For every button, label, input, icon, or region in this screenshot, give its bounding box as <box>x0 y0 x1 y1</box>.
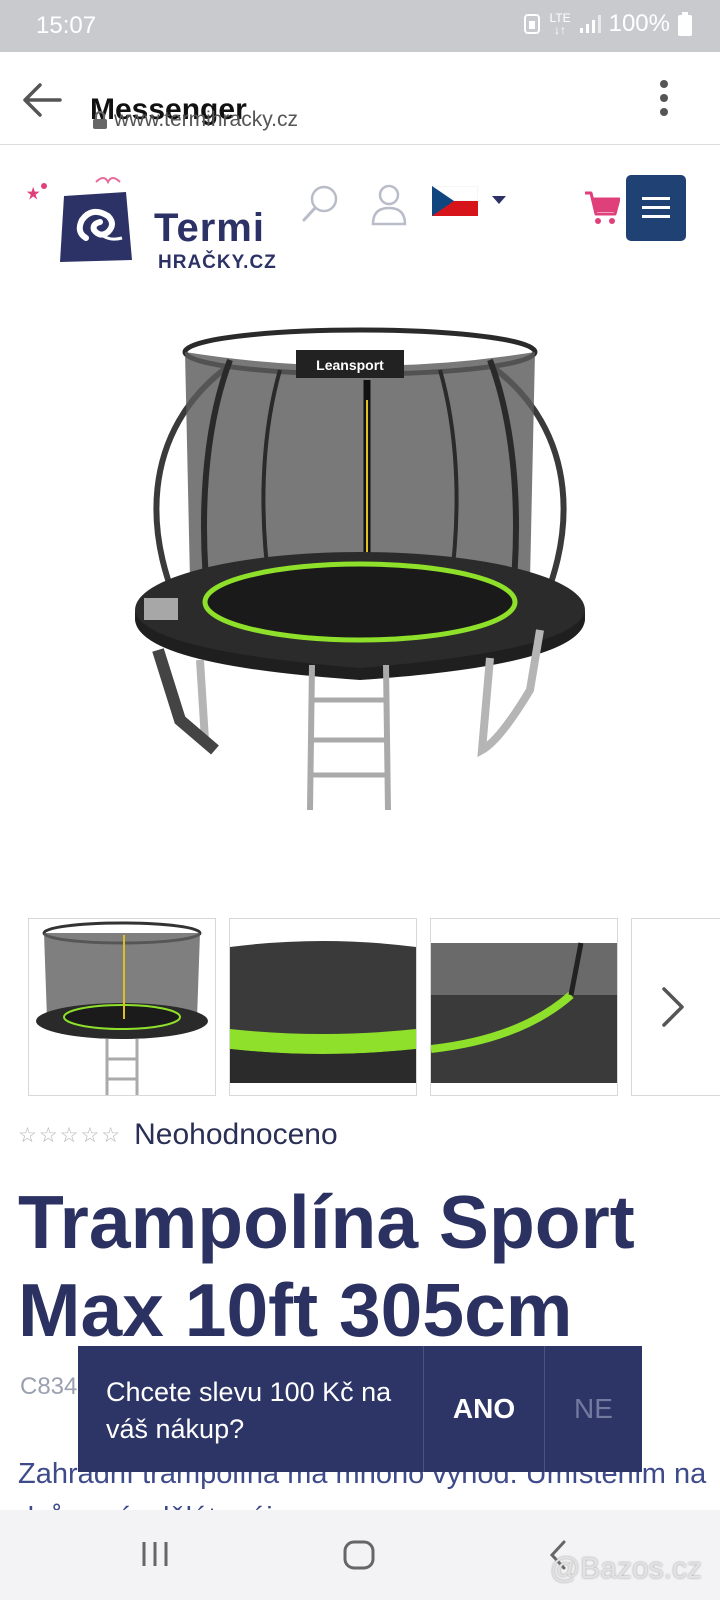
status-bar: 15:07 LTE ↓↑ 100% <box>0 0 720 52</box>
lock-icon <box>93 110 107 129</box>
popup-yes-button[interactable]: ANO <box>424 1346 544 1472</box>
logo-mark-icon <box>26 177 132 262</box>
cart-icon[interactable] <box>584 190 620 226</box>
hamburger-menu-button[interactable] <box>626 175 686 241</box>
thumbnail-1[interactable] <box>28 918 216 1096</box>
thumbnail-1-image <box>36 921 208 1095</box>
recent-apps-icon[interactable] <box>140 1540 170 1568</box>
popup-no-button[interactable]: NE <box>545 1346 642 1472</box>
battery-saver-icon <box>524 14 541 34</box>
user-account-icon[interactable] <box>370 182 408 226</box>
site-logo[interactable]: Termi HRAČKY.CZ <box>26 176 296 274</box>
search-icon[interactable] <box>300 182 342 224</box>
browser-url: www.termihracky.cz <box>92 108 298 132</box>
watermark: @Bazos.cz <box>549 1552 702 1585</box>
discount-popup: Chcete slevu 100 Kč na váš nákup? ANO NE <box>78 1346 642 1472</box>
battery-icon <box>678 12 692 36</box>
logo-text-top: Termi <box>154 206 265 250</box>
network-indicator: LTE ↓↑ <box>549 11 571 37</box>
site-header: Termi HRAČKY.CZ <box>0 160 720 280</box>
chevron-right-icon[interactable] <box>660 986 686 1028</box>
thumbnail-strip <box>28 918 720 1096</box>
popup-question: Chcete slevu 100 Kč na váš nákup? <box>106 1377 392 1444</box>
in-app-browser-bar: Messenger www.termihracky.cz <box>0 52 720 145</box>
product-title: Trampolína Sport Max 10ft 305cm <box>18 1180 635 1352</box>
url-text: www.termihracky.cz <box>114 108 298 131</box>
net-brand-label: Leansport <box>316 357 384 373</box>
thumbnail-2[interactable] <box>229 918 417 1096</box>
product-code: C834 <box>20 1373 78 1400</box>
rating-stars-icon[interactable]: ☆☆☆☆☆ <box>18 1123 122 1148</box>
status-time: 15:07 <box>36 12 97 39</box>
thumbnail-2-image <box>230 919 416 1095</box>
product-rating: ☆☆☆☆☆ Neohodnoceno <box>18 1118 338 1152</box>
rating-text: Neohodnoceno <box>134 1118 338 1151</box>
home-icon[interactable] <box>342 1540 376 1570</box>
signal-icon <box>579 15 601 33</box>
thumbnail-3[interactable] <box>430 918 618 1096</box>
language-dropdown-icon[interactable] <box>492 196 506 206</box>
thumbnail-3-image <box>431 942 617 1083</box>
product-main-image[interactable]: Leansport <box>120 320 600 840</box>
status-icons: LTE ↓↑ 100% <box>523 10 692 38</box>
battery-percent: 100% <box>608 10 670 37</box>
czech-flag-icon[interactable] <box>432 186 478 216</box>
back-arrow-icon[interactable] <box>20 80 64 120</box>
logo-text-bottom: HRAČKY.CZ <box>158 252 277 273</box>
more-options-icon[interactable] <box>658 78 670 118</box>
